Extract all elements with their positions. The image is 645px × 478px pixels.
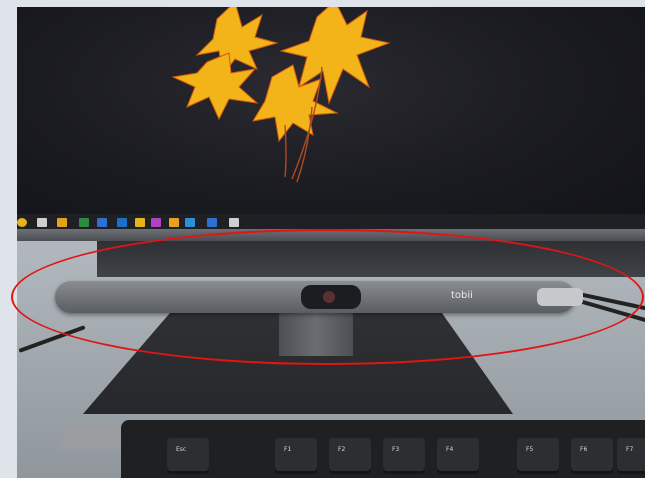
key-f6: F6	[571, 438, 613, 474]
taskbar-app-icon	[185, 218, 195, 227]
maple-leaves-wallpaper	[171, 7, 391, 183]
keyboard: Esc F1 F2 F3 F4 F5 F6 F7	[121, 420, 645, 478]
key-esc: Esc	[167, 438, 209, 474]
monitor-screen	[17, 7, 645, 229]
folder-icon	[57, 218, 67, 227]
taskbar-app-icon	[79, 218, 89, 227]
taskbar-app-icon	[229, 218, 239, 227]
key-f2: F2	[329, 438, 371, 474]
key-f1: F1	[275, 438, 317, 474]
photo-scene: tobii Esc F1 F2 F3 F4 F5 F6 F7	[0, 0, 645, 478]
key-f5: F5	[517, 438, 559, 474]
key-f4: F4	[437, 438, 479, 474]
taskbar-app-icon	[37, 218, 47, 227]
taskbar-app-icon	[207, 218, 217, 227]
word-icon	[117, 218, 127, 227]
taskbar-app-icon	[169, 218, 179, 227]
key-f3: F3	[383, 438, 425, 474]
taskbar-app-icon	[97, 218, 107, 227]
highlight-ellipse	[11, 229, 644, 365]
start-icon	[17, 218, 27, 227]
key-f7: F7	[617, 438, 645, 474]
taskbar-app-icon	[135, 218, 145, 227]
onenote-icon	[151, 218, 161, 227]
